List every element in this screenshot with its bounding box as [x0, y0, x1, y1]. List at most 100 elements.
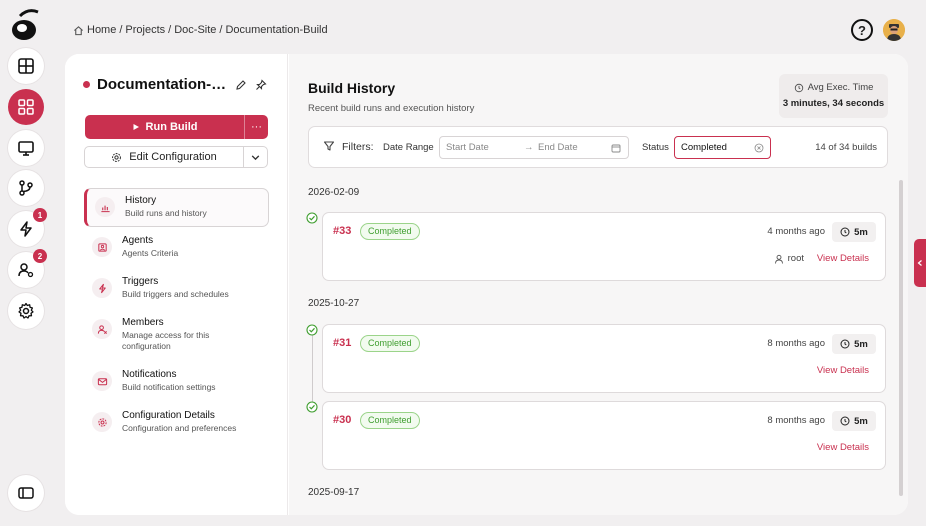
timeline-line: [312, 332, 313, 402]
avg-exec-value: 3 minutes, 34 seconds: [782, 98, 885, 109]
build-duration-value: 5m: [854, 415, 868, 427]
build-time-ago: 8 months ago: [767, 338, 825, 349]
build-list[interactable]: 2026-02-09 #33 Completed 4 months ago 5m…: [289, 180, 908, 515]
nav-label: Agents: [122, 235, 154, 246]
breadcrumb: Home / Projects / Doc-Site / Documentati…: [73, 24, 328, 36]
build-row[interactable]: #30 Completed 8 months ago 5m View Detai…: [322, 401, 886, 470]
app-logo-icon[interactable]: [10, 6, 42, 42]
rail-collapse-button[interactable]: [8, 475, 44, 511]
nav-item-agents[interactable]: Agents Agents Criteria: [84, 229, 269, 268]
agent-icon: [97, 242, 107, 252]
status-filter-value: Completed: [681, 142, 727, 153]
view-details-link[interactable]: View Details: [817, 253, 869, 264]
status-dot: [83, 81, 90, 88]
date-group-header: 2025-09-17: [308, 487, 360, 498]
view-details-link[interactable]: View Details: [817, 365, 869, 376]
breadcrumb-separator: /: [219, 24, 223, 36]
edit-config-label: Edit Configuration: [129, 151, 217, 163]
build-row[interactable]: #31 Completed 8 months ago 5m View Detai…: [322, 324, 886, 393]
status-badge: Completed: [360, 412, 420, 429]
date-range-label: Date Range: [383, 142, 434, 153]
pin-icon[interactable]: [255, 78, 267, 91]
avatar[interactable]: [883, 19, 905, 41]
user-avatar-icon: [883, 19, 905, 41]
help-button[interactable]: ?: [851, 19, 873, 41]
status-filter-select[interactable]: Completed: [674, 136, 771, 159]
pencil-icon[interactable]: [235, 79, 247, 91]
build-number[interactable]: #31: [333, 337, 351, 349]
rail-alerts-button[interactable]: 1: [8, 208, 47, 247]
git-branch-icon: [19, 180, 33, 196]
rail-settings-button[interactable]: [8, 293, 44, 329]
breadcrumb-home[interactable]: Home: [87, 24, 116, 36]
breadcrumb-doc-site[interactable]: Doc-Site: [174, 24, 216, 36]
check-circle-icon: [306, 324, 318, 336]
rail-dashboard-button[interactable]: [8, 48, 44, 84]
expand-panel-button[interactable]: [914, 239, 926, 287]
chevron-left-icon: [917, 260, 922, 266]
layout-icon: [18, 58, 34, 74]
calendar-icon[interactable]: [611, 143, 621, 153]
arrow-right-icon: →: [524, 142, 534, 153]
nav-item-triggers[interactable]: Triggers Build triggers and schedules: [84, 270, 269, 309]
nav-label: Triggers: [122, 276, 159, 287]
breadcrumb-separator: /: [119, 24, 123, 36]
home-icon: [74, 25, 83, 35]
build-history-panel: Build History Recent build runs and exec…: [289, 54, 908, 515]
nav-desc: Manage access for this configuration: [122, 330, 210, 351]
build-duration: 5m: [832, 334, 876, 354]
rail-git-button[interactable]: [8, 170, 44, 206]
build-number[interactable]: #33: [333, 225, 351, 237]
grid-icon: [18, 99, 34, 115]
user-settings-icon: [18, 263, 34, 278]
config-panel: Documentation-Build Run Build ··· Edit C…: [65, 54, 288, 515]
question-circle-icon: ?: [858, 22, 866, 38]
config-title: Documentation-Build: [97, 76, 227, 93]
builds-count: 14 of 34 builds: [815, 142, 877, 153]
scrollbar[interactable]: [899, 180, 903, 496]
nav-item-history[interactable]: History Build runs and history: [84, 188, 269, 227]
lightning-icon: [98, 283, 106, 293]
sidebar-toggle-icon: [18, 487, 34, 499]
clock-icon: [840, 339, 850, 349]
edit-config-dropdown[interactable]: [243, 147, 267, 167]
status-filter-label: Status: [642, 142, 669, 153]
breadcrumb-projects[interactable]: Projects: [125, 24, 165, 36]
breadcrumb-separator: /: [168, 24, 172, 36]
nav-item-members[interactable]: Members Manage access for this configurat…: [84, 311, 269, 361]
build-row[interactable]: #33 Completed 4 months ago 5m root View …: [322, 212, 886, 281]
run-build-button[interactable]: Run Build: [85, 115, 244, 139]
gear-icon: [18, 302, 34, 319]
clear-icon[interactable]: [754, 143, 764, 153]
nav-desc: Configuration and preferences: [122, 423, 237, 433]
build-duration: 5m: [832, 411, 876, 431]
rail-monitor-button[interactable]: [8, 130, 44, 166]
nav-item-configuration-details[interactable]: Configuration Details Configuration and p…: [84, 404, 269, 443]
rail-projects-button[interactable]: [8, 89, 44, 125]
start-date-placeholder[interactable]: Start Date: [446, 142, 489, 153]
rail-users-button[interactable]: 2: [8, 249, 47, 288]
config-nav: History Build runs and history Agents Agen…: [84, 188, 269, 445]
filter-icon: [323, 141, 335, 151]
bar-chart-icon: [100, 205, 110, 212]
check-circle-icon: [306, 401, 318, 413]
date-range-input[interactable]: Start Date → End Date: [439, 136, 629, 159]
status-badge: Completed: [360, 335, 420, 352]
clock-icon: [840, 227, 850, 237]
main-card: Documentation-Build Run Build ··· Edit C…: [65, 54, 908, 515]
more-icon: ···: [251, 121, 262, 133]
nav-item-notifications[interactable]: Notifications Build notification settings: [84, 363, 269, 402]
nav-desc: Build triggers and schedules: [122, 289, 229, 299]
build-number[interactable]: #30: [333, 414, 351, 426]
gear-icon: [97, 417, 107, 427]
end-date-placeholder[interactable]: End Date: [538, 142, 578, 153]
play-icon: [133, 124, 139, 130]
run-more-button[interactable]: ···: [244, 115, 268, 139]
edit-config-button[interactable]: Edit Configuration: [85, 147, 243, 167]
view-details-link[interactable]: View Details: [817, 442, 869, 453]
mail-icon: [97, 377, 107, 385]
breadcrumb-current: Documentation-Build: [225, 24, 328, 36]
lightning-icon: [20, 221, 32, 237]
status-badge: Completed: [360, 223, 420, 240]
build-duration-value: 5m: [854, 338, 868, 350]
